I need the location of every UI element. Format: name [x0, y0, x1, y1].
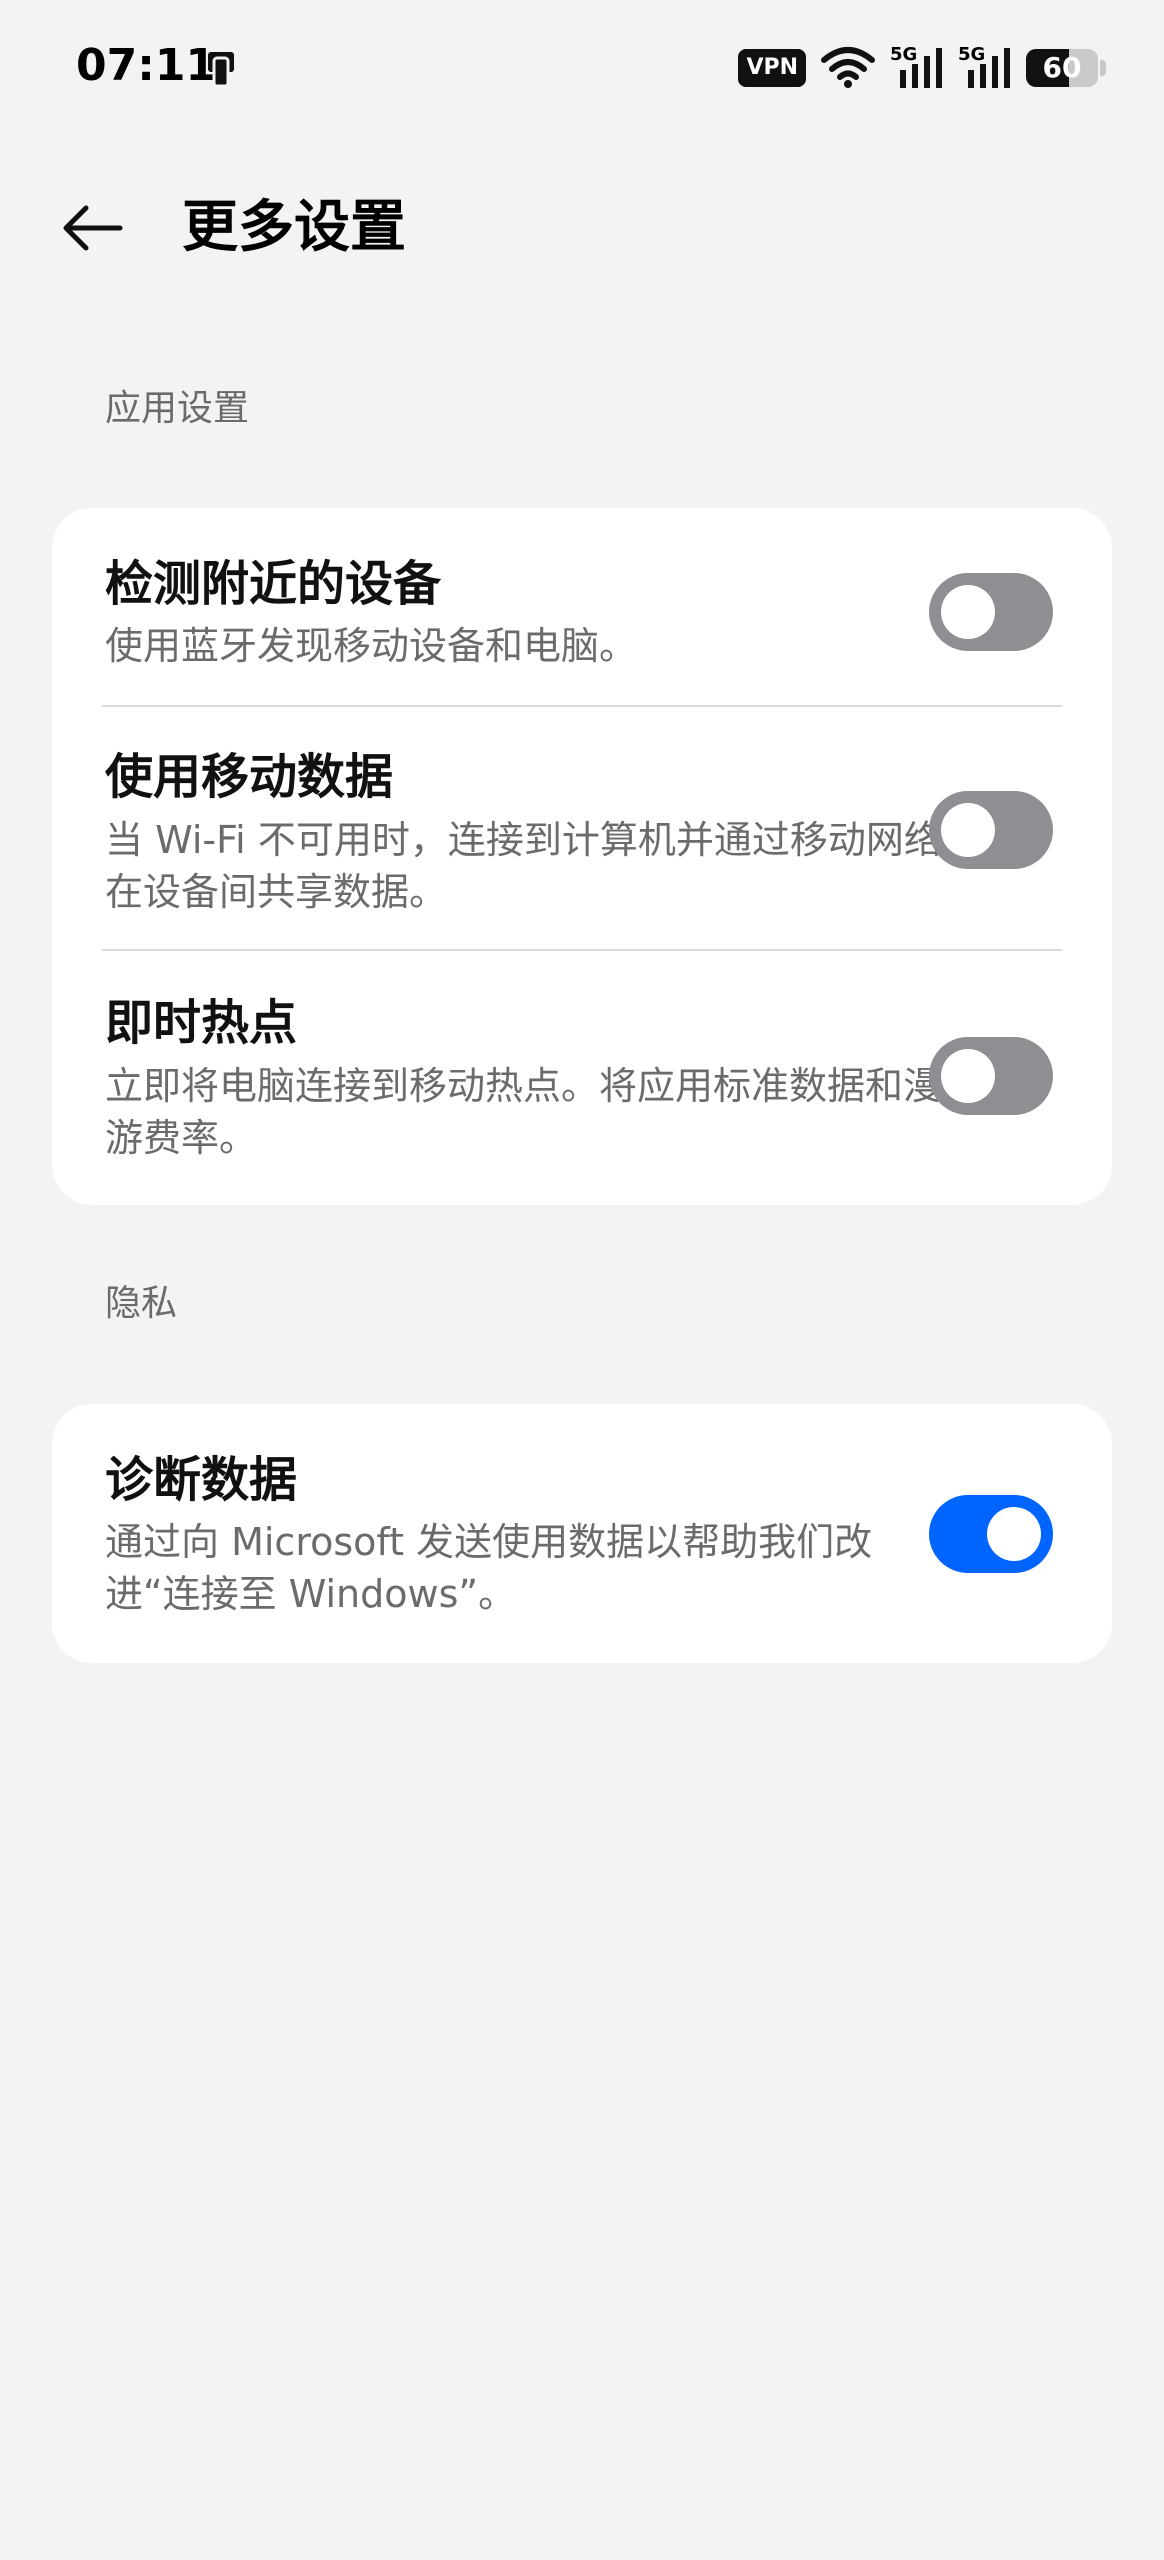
section-title-app-settings: 应用设置	[105, 388, 250, 429]
battery-percent: 60	[1042, 51, 1082, 84]
setting-description: 立即将电脑连接到移动热点。将应用标准数据和漫游费率。	[105, 1064, 942, 1160]
phone-link-icon	[202, 48, 242, 88]
app-settings-card: 检测附近的设备 使用蓝牙发现移动设备和电脑。 使用移动数据 当 Wi-Fi 不可…	[52, 508, 1112, 1205]
setting-title: 使用移动数据	[105, 749, 394, 805]
setting-row-instant-hotspot[interactable]: 即时热点 立即将电脑连接到移动热点。将应用标准数据和漫游费率。	[52, 951, 1112, 1205]
settings-page: 07:11 VPN 5G 5G 60 更多设置 应用设置 检测附近的设备 使用蓝…	[0, 0, 1164, 2560]
back-arrow-icon	[63, 205, 123, 251]
cellular-signal-icon: 5G	[890, 44, 944, 90]
setting-row-diagnostic-data[interactable]: 诊断数据 通过向 Microsoft 发送使用数据以帮助我们改进“连接至 Win…	[52, 1404, 1112, 1663]
setting-description: 当 Wi-Fi 不可用时，连接到计算机并通过移动网络在设备间共享数据。	[105, 818, 942, 914]
toggle-knob	[941, 1049, 995, 1103]
toggle-instant-hotspot[interactable]	[929, 1037, 1053, 1115]
setting-description: 通过向 Microsoft 发送使用数据以帮助我们改进“连接至 Windows”…	[105, 1520, 873, 1616]
battery-level: 60	[1026, 49, 1098, 87]
battery-icon: 60	[1026, 49, 1106, 87]
cellular-signal-icon-2: 5G	[958, 44, 1012, 90]
toggle-detect-nearby[interactable]	[929, 573, 1053, 651]
vpn-icon: VPN	[738, 49, 806, 87]
setting-title: 诊断数据	[105, 1452, 298, 1508]
status-time: 07:11	[76, 40, 217, 91]
setting-description: 使用蓝牙发现移动设备和电脑。	[105, 624, 638, 668]
section-title-privacy: 隐私	[105, 1283, 178, 1324]
page-title: 更多设置	[182, 195, 406, 260]
app-bar: 更多设置	[0, 170, 1164, 280]
status-icons: VPN 5G 5G 60	[738, 44, 1106, 92]
setting-row-detect-nearby[interactable]: 检测附近的设备 使用蓝牙发现移动设备和电脑。	[52, 508, 1112, 706]
toggle-mobile-data[interactable]	[929, 791, 1053, 869]
toggle-knob	[941, 803, 995, 857]
toggle-diagnostic-data[interactable]	[929, 1495, 1053, 1573]
privacy-card: 诊断数据 通过向 Microsoft 发送使用数据以帮助我们改进“连接至 Win…	[52, 1404, 1112, 1663]
back-button[interactable]	[56, 192, 128, 264]
toggle-knob	[987, 1507, 1041, 1561]
wifi-icon	[820, 44, 876, 92]
setting-row-mobile-data[interactable]: 使用移动数据 当 Wi-Fi 不可用时，连接到计算机并通过移动网络在设备间共享数…	[52, 707, 1112, 951]
status-bar: 07:11 VPN 5G 5G 60	[0, 0, 1164, 135]
setting-title: 即时热点	[105, 995, 298, 1051]
battery-tip	[1100, 60, 1106, 76]
toggle-knob	[941, 585, 995, 639]
setting-title: 检测附近的设备	[105, 556, 442, 612]
